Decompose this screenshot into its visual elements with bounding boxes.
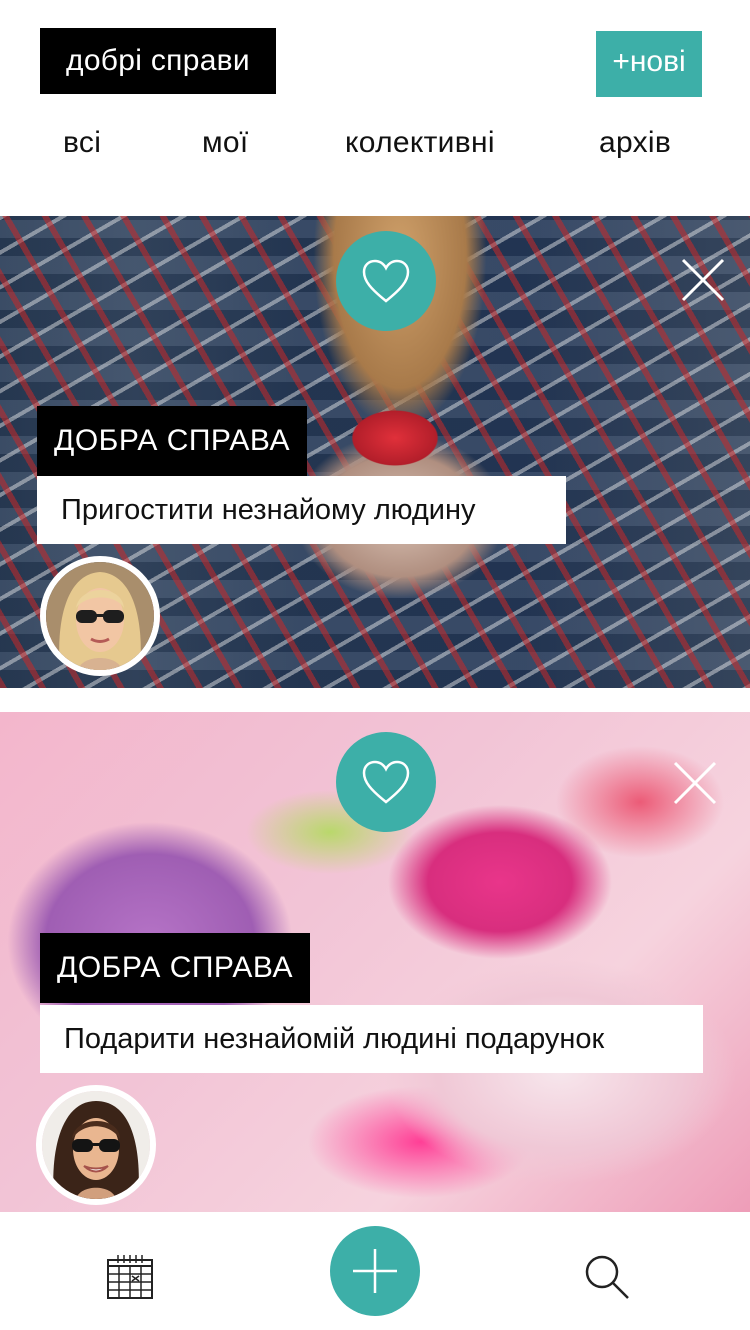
plus-icon	[353, 1249, 397, 1293]
author-avatar[interactable]	[40, 556, 160, 676]
add-button[interactable]	[330, 1226, 420, 1316]
heart-icon	[362, 760, 410, 804]
search-icon[interactable]	[582, 1252, 632, 1302]
deed-card[interactable]: ДОБРА СПРАВА Подарити незнайомій людині …	[0, 712, 750, 1212]
deed-card[interactable]: ДОБРА СПРАВА Пригостити незнайому людину	[0, 216, 750, 688]
tab-collective[interactable]: колективні	[345, 126, 495, 160]
bottom-navigation	[0, 1212, 750, 1330]
category-label: ДОБРА СПРАВА	[40, 933, 310, 1003]
close-icon[interactable]	[679, 256, 727, 304]
heart-icon	[362, 259, 410, 303]
tab-mine[interactable]: мої	[202, 126, 249, 160]
new-deed-button[interactable]: +нові	[596, 31, 702, 97]
like-button[interactable]	[336, 231, 436, 331]
calendar-icon[interactable]	[106, 1252, 154, 1300]
tab-archive[interactable]: архів	[599, 126, 671, 160]
app-title: добрі справи	[40, 28, 276, 94]
author-avatar[interactable]	[36, 1085, 156, 1205]
like-button[interactable]	[336, 732, 436, 832]
avatar-blonde-icon	[46, 562, 154, 670]
filter-tabs: всі мої колективні архів	[0, 126, 750, 170]
task-title: Подарити незнайомій людині подарунок	[40, 1005, 703, 1073]
tab-all[interactable]: всі	[63, 126, 101, 160]
task-title: Пригостити незнайому людину	[37, 476, 566, 544]
category-label: ДОБРА СПРАВА	[37, 406, 307, 476]
close-icon[interactable]	[671, 759, 719, 807]
avatar-brunette-icon	[42, 1091, 150, 1199]
